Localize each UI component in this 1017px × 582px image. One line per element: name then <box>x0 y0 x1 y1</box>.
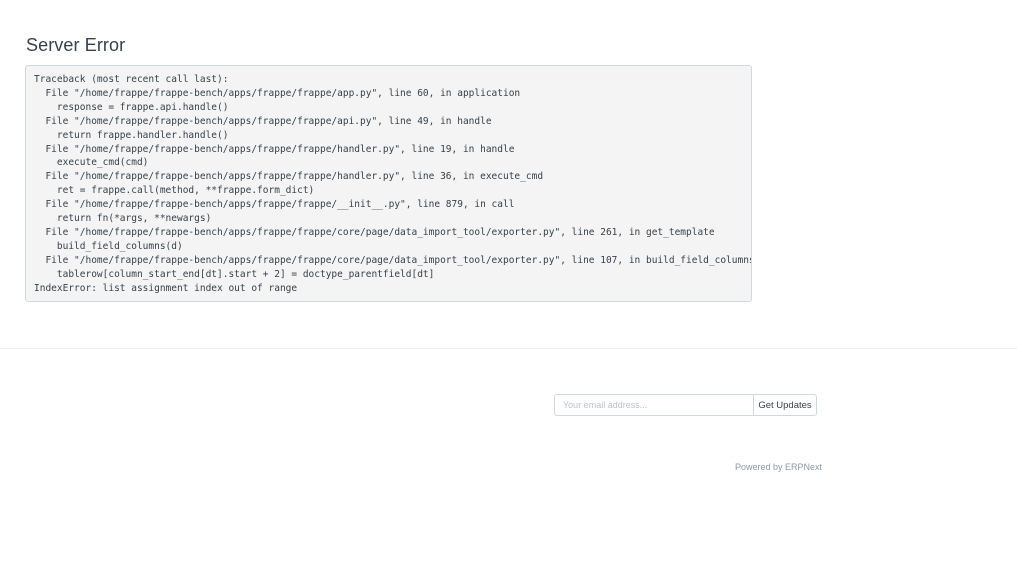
error-page: Server Error Traceback (most recent call… <box>0 0 1017 582</box>
email-input[interactable] <box>554 394 753 416</box>
footer-divider <box>0 348 1017 349</box>
get-updates-button[interactable]: Get Updates <box>753 394 817 416</box>
page-title: Server Error <box>26 35 126 55</box>
traceback-block: Traceback (most recent call last): File … <box>25 65 752 302</box>
subscribe-form: Get Updates <box>554 394 817 416</box>
powered-by-link[interactable]: Powered by ERPNext <box>735 462 822 472</box>
